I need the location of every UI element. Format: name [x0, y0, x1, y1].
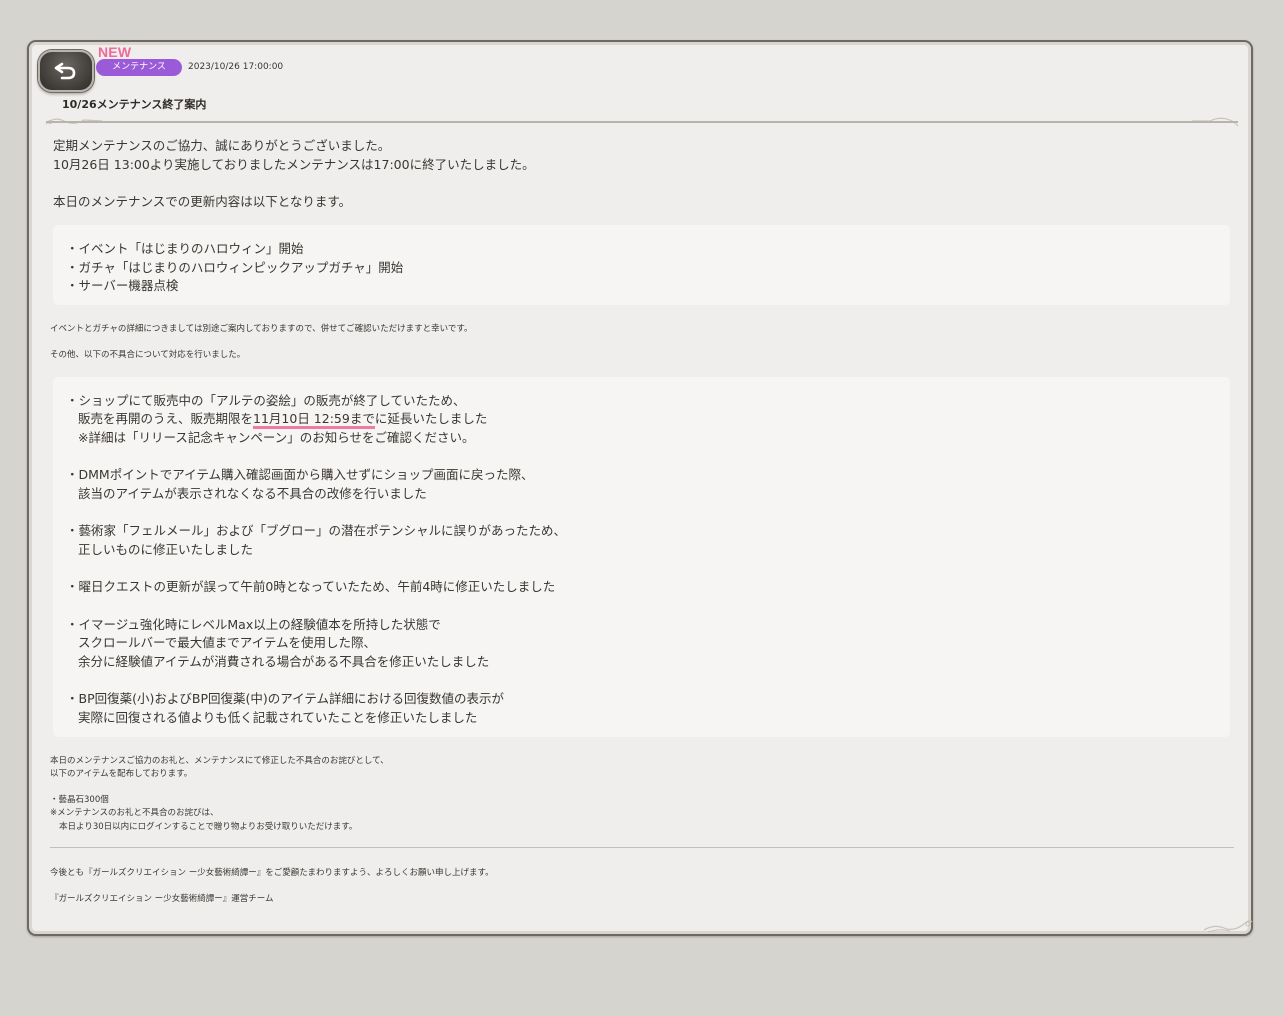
fix-line: ・BP回復薬(小)およびBP回復薬(中)のアイテム詳細における回復数値の表示が — [66, 691, 504, 706]
fix-line: 実際に回復される値よりも低く記載されていたことを修正いたしました — [78, 710, 478, 725]
update-item: ・ガチャ「はじまりのハロウィンピックアップガチャ」開始 — [66, 260, 404, 275]
fix-line: ・DMMポイントでアイテム購入確認画面から購入せずにショップ画面に戻った際、 — [66, 467, 534, 482]
category-tag: メンテナンス — [96, 59, 182, 76]
title-divider — [46, 121, 1238, 123]
notice-title: 10/26メンテナンス終了案内 — [62, 98, 207, 111]
intro-line: 本日のメンテナンスでの更新内容は以下となります。 — [53, 194, 352, 209]
fix-line: 余分に経験値アイテムが消費される場合がある不具合を修正いたしました — [78, 654, 490, 669]
fix-line: ※詳細は「リリース記念キャンペーン」のお知らせをご確認ください。 — [78, 430, 475, 445]
signature: 『ガールズクリエイション ー少女藝術綺譚ー』運営チーム — [50, 894, 274, 904]
footer-divider — [50, 847, 1234, 848]
intro-line: 10月26日 13:00より実施しておりましたメンテナンスは17:00に終了いた… — [53, 157, 535, 172]
update-item: ・サーバー機器点検 — [66, 278, 179, 293]
fix-line: ・ショップにて販売中の「アルテの姿絵」の販売が終了していたため、 — [66, 393, 466, 408]
new-badge: NEW — [98, 44, 132, 60]
fix-line: スクロールバーで最大値までアイテムを使用した際、 — [78, 635, 377, 650]
fix-line: ・イマージュ強化時にレベルMax以上の経験値本を所持した状態で — [66, 617, 441, 632]
closing-line: 今後とも『ガールズクリエイション ー少女藝術綺譚ー』をご愛顧たまわりますよう、よ… — [50, 868, 494, 878]
back-button[interactable] — [38, 50, 94, 92]
fix-line: 販売を再開のうえ、販売期限を11月10日 12:59までに延長いたしました — [78, 408, 488, 429]
update-item: ・イベント「はじまりのハロウィン」開始 — [66, 241, 304, 256]
details-note: イベントとガチャの詳細につきましては別途ご案内しておりますので、併せてご確認いた… — [50, 324, 473, 334]
fixes-intro: その他、以下の不具合について対応を行いました。 — [50, 350, 246, 360]
fix-text: に延長いたしました — [374, 411, 488, 426]
fix-line: ・藝術家「フェルメール」および「ブグロー」の潜在ポテンシャルに誤りがあったため、 — [66, 523, 567, 538]
compensation-note: 本日より30日以内にログインすることで贈り物よりお受け取りいただけます。 — [59, 822, 358, 832]
post-date: 2023/10/26 17:00:00 — [188, 62, 284, 72]
compensation-line: 以下のアイテムを配布しております。 — [50, 769, 193, 779]
compensation-note: ※メンテナンスのお礼と不具合のお詫びは、 — [50, 808, 219, 818]
corner-ornament-icon — [1203, 920, 1253, 933]
fix-line: 該当のアイテムが表示されなくなる不具合の改修を行いました — [78, 486, 427, 501]
fix-line: ・曜日クエストの更新が誤って午前0時となっていたため、午前4時に修正いたしました — [66, 579, 556, 594]
intro-line: 定期メンテナンスのご協力、誠にありがとうございました。 — [53, 138, 391, 153]
compensation-item: ・藝晶石300個 — [50, 795, 109, 805]
compensation-line: 本日のメンテナンスご協力のお礼と、メンテナンスにて修正した不具合のお詫びとして、 — [50, 756, 389, 766]
fix-line: 正しいものに修正いたしました — [78, 542, 254, 557]
back-arrow-icon — [54, 62, 76, 80]
fix-text: 販売を再開のうえ、販売期限を — [78, 411, 254, 426]
